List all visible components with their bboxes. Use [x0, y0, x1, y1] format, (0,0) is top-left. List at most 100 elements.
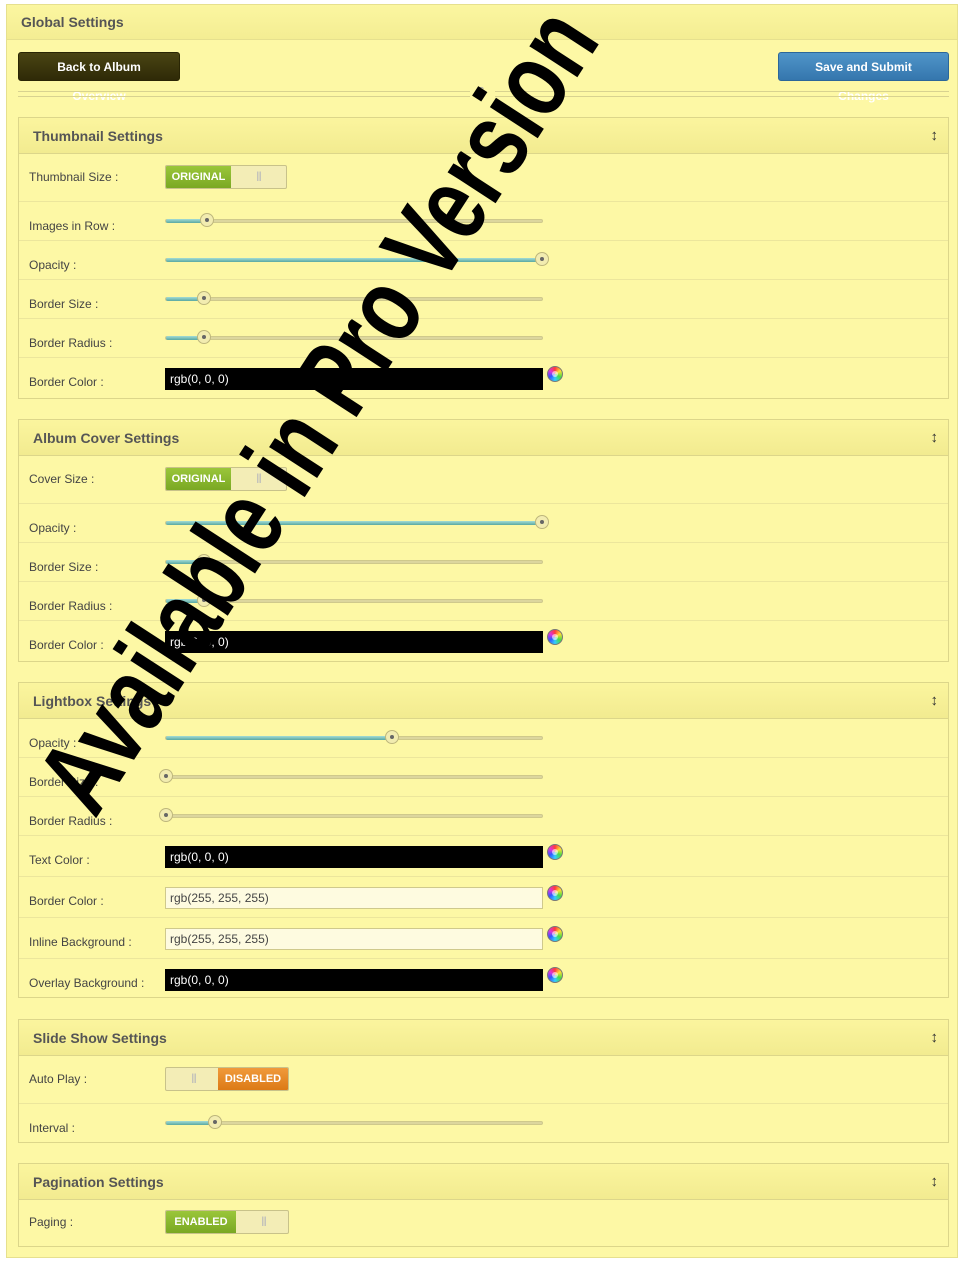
- thumbnail-border-radius-label: Border Radius :: [29, 336, 113, 350]
- back-to-album-overview-button[interactable]: Back to Album Overview: [18, 52, 180, 103]
- lightbox-inline-bg-row: Inline Background : rgb(255, 255, 255): [19, 918, 948, 959]
- slider-handle[interactable]: [196, 291, 211, 305]
- color-picker-icon[interactable]: [547, 926, 563, 942]
- color-picker-icon[interactable]: [547, 844, 563, 860]
- album-cover-settings-header[interactable]: Album Cover Settings ↕: [19, 420, 948, 456]
- cover-size-label: Cover Size :: [29, 472, 95, 486]
- lightbox-border-radius-slider[interactable]: [159, 808, 543, 822]
- paging-switch[interactable]: ENABLED |||: [165, 1210, 289, 1234]
- album-cover-settings-panel: Album Cover Settings ↕ Cover Size : ORIG…: [18, 419, 949, 662]
- cover-opacity-slider[interactable]: [165, 515, 549, 529]
- lightbox-settings-panel: Lightbox Settings ↕ Opacity : Border Siz…: [18, 682, 949, 998]
- thumbnail-settings-panel: Thumbnail Settings ↕ Thumbnail Size : OR…: [18, 117, 949, 399]
- global-settings-title: Global Settings: [21, 14, 124, 30]
- autoplay-switch[interactable]: ||| DISABLED: [165, 1067, 289, 1091]
- switch-on-label: ENABLED: [166, 1211, 236, 1233]
- lightbox-border-radius-row: Border Radius :: [19, 797, 948, 836]
- slider-handle[interactable]: [159, 808, 173, 822]
- thumbnail-border-color-input[interactable]: rgb(0, 0, 0): [165, 368, 543, 390]
- paging-label: Paging :: [29, 1215, 74, 1229]
- slider-fill: [166, 736, 392, 740]
- color-picker-icon[interactable]: [547, 885, 563, 901]
- slider-handle[interactable]: [535, 252, 549, 266]
- cover-border-color-label: Border Color :: [29, 638, 104, 652]
- cover-border-radius-slider[interactable]: [165, 593, 543, 607]
- thumbnail-border-color-label: Border Color :: [29, 375, 104, 389]
- lightbox-border-color-row: Border Color : rgb(255, 255, 255): [19, 877, 948, 918]
- switch-grip-icon: |||: [256, 171, 262, 182]
- section-divider-icon: §: [477, 84, 485, 100]
- slider-fill: [166, 521, 542, 525]
- collapse-toggle-icon[interactable]: ↕: [931, 429, 939, 446]
- lightbox-text-color-label: Text Color :: [29, 853, 90, 867]
- switch-grip-icon: |||: [191, 1073, 197, 1084]
- switch-on-label: ORIGINAL: [166, 468, 231, 490]
- slider-handle[interactable]: [159, 769, 173, 783]
- divider-left: [18, 91, 470, 97]
- divider-right: [495, 91, 949, 97]
- lightbox-border-size-slider[interactable]: [159, 769, 543, 783]
- global-settings-panel: Global Settings Back to Album Overview S…: [6, 4, 958, 1258]
- slider-fill: [166, 258, 542, 262]
- pagination-settings-header[interactable]: Pagination Settings ↕: [19, 1164, 948, 1200]
- collapse-toggle-icon[interactable]: ↕: [931, 692, 939, 709]
- lightbox-border-color-input[interactable]: rgb(255, 255, 255): [165, 887, 543, 909]
- lightbox-inline-bg-input[interactable]: rgb(255, 255, 255): [165, 928, 543, 950]
- thumbnail-border-size-slider[interactable]: [165, 291, 543, 305]
- autoplay-row: Auto Play : ||| DISABLED: [19, 1056, 948, 1104]
- cover-border-color-input[interactable]: rgb(0, 0, 0): [165, 631, 543, 653]
- cover-border-color-row: Border Color : rgb(0, 0, 0): [19, 621, 948, 661]
- cover-border-radius-label: Border Radius :: [29, 599, 113, 613]
- images-in-row-row: Images in Row :: [19, 202, 948, 241]
- lightbox-settings-header[interactable]: Lightbox Settings ↕: [19, 683, 948, 719]
- color-picker-icon[interactable]: [547, 629, 563, 645]
- cover-border-size-slider[interactable]: [165, 554, 543, 568]
- slideshow-settings-header[interactable]: Slide Show Settings ↕: [19, 1020, 948, 1056]
- pagination-settings-panel: Pagination Settings ↕ Paging : ENABLED |…: [18, 1163, 949, 1247]
- images-in-row-label: Images in Row :: [29, 219, 116, 233]
- collapse-toggle-icon[interactable]: ↕: [931, 1029, 939, 1046]
- thumbnail-size-switch[interactable]: ORIGINAL |||: [165, 165, 287, 189]
- save-and-submit-button[interactable]: Save and Submit Changes: [778, 52, 949, 103]
- cover-border-radius-row: Border Radius :: [19, 582, 948, 621]
- collapse-toggle-icon[interactable]: ↕: [931, 1173, 939, 1190]
- cover-size-switch[interactable]: ORIGINAL |||: [165, 467, 287, 491]
- lightbox-text-color-row: Text Color : rgb(0, 0, 0): [19, 836, 948, 877]
- color-picker-icon[interactable]: [547, 967, 563, 983]
- thumbnail-border-size-row: Border Size :: [19, 280, 948, 319]
- pagination-settings-title: Pagination Settings: [33, 1174, 164, 1190]
- thumbnail-settings-header[interactable]: Thumbnail Settings ↕: [19, 118, 948, 154]
- thumbnail-opacity-row: Opacity :: [19, 241, 948, 280]
- switch-off-label: DISABLED: [218, 1068, 288, 1090]
- slider-handle[interactable]: [207, 1115, 222, 1129]
- lightbox-inline-bg-label: Inline Background :: [29, 935, 132, 949]
- slider-handle[interactable]: [384, 730, 399, 744]
- interval-slider[interactable]: [165, 1115, 543, 1129]
- slider-handle[interactable]: [200, 213, 215, 227]
- thumbnail-opacity-slider[interactable]: [165, 252, 549, 266]
- thumbnail-border-radius-row: Border Radius :: [19, 319, 948, 358]
- interval-label: Interval :: [29, 1121, 76, 1135]
- slideshow-settings-title: Slide Show Settings: [33, 1030, 167, 1046]
- lightbox-border-color-label: Border Color :: [29, 894, 104, 908]
- images-in-row-slider[interactable]: [165, 213, 543, 227]
- thumbnail-size-row: Thumbnail Size : ORIGINAL |||: [19, 154, 948, 202]
- lightbox-text-color-input[interactable]: rgb(0, 0, 0): [165, 846, 543, 868]
- lightbox-settings-title: Lightbox Settings: [33, 693, 152, 709]
- album-cover-settings-title: Album Cover Settings: [33, 430, 180, 446]
- lightbox-overlay-bg-input[interactable]: rgb(0, 0, 0): [165, 969, 543, 991]
- color-picker-icon[interactable]: [547, 366, 563, 382]
- thumbnail-border-radius-slider[interactable]: [165, 330, 543, 344]
- lightbox-overlay-bg-row: Overlay Background : rgb(0, 0, 0): [19, 959, 948, 999]
- cover-border-size-label: Border Size :: [29, 560, 99, 574]
- switch-grip-icon: |||: [256, 473, 262, 484]
- lightbox-opacity-row: Opacity :: [19, 719, 948, 758]
- lightbox-opacity-slider[interactable]: [165, 730, 543, 744]
- slider-handle[interactable]: [196, 593, 211, 607]
- slider-handle[interactable]: [535, 515, 549, 529]
- cover-border-size-row: Border Size :: [19, 543, 948, 582]
- slider-handle[interactable]: [196, 554, 211, 568]
- collapse-toggle-icon[interactable]: ↕: [931, 127, 939, 144]
- thumbnail-settings-title: Thumbnail Settings: [33, 128, 163, 144]
- slider-handle[interactable]: [196, 330, 211, 344]
